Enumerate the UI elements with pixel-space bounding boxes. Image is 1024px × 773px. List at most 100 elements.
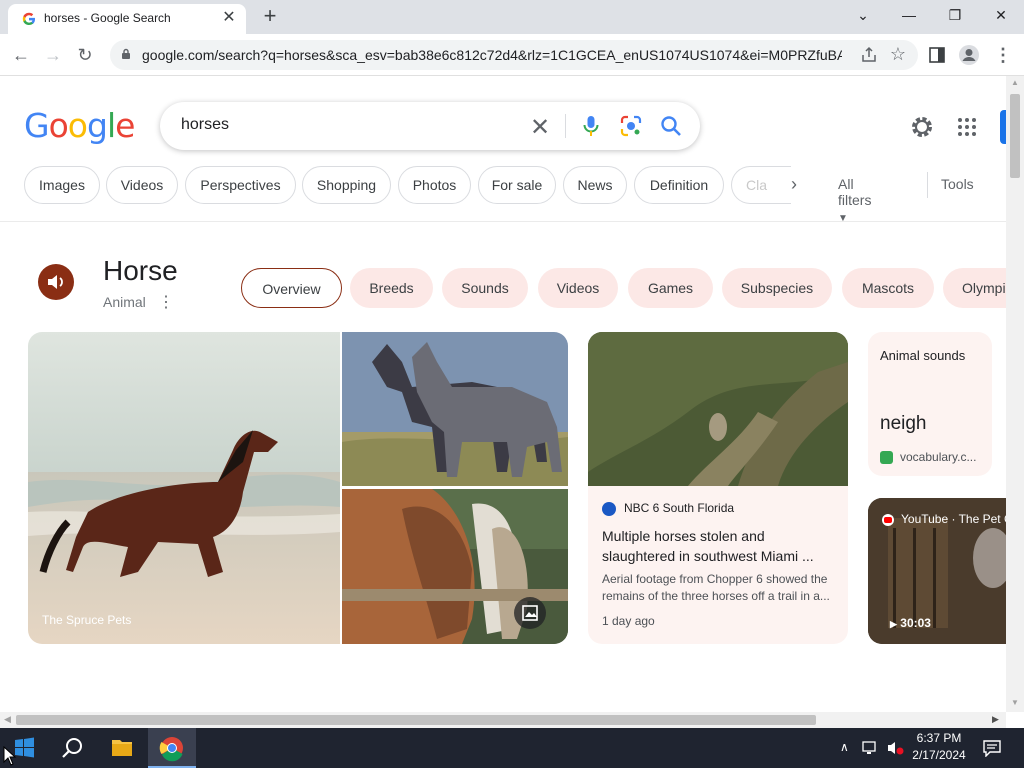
divider: [565, 114, 566, 138]
kp-tab-subspecies[interactable]: Subspecies: [722, 268, 832, 308]
tab-perspectives[interactable]: Perspectives: [185, 166, 296, 204]
browser-tab[interactable]: horses - Google Search ✕: [8, 4, 246, 34]
minimize-button[interactable]: —: [886, 0, 932, 30]
notifications-icon[interactable]: [982, 739, 1002, 760]
scroll-down-icon[interactable]: ▼: [1011, 698, 1019, 707]
clock-time: 6:37 PM: [916, 731, 962, 745]
clock[interactable]: 6:37 PM 2/17/2024: [912, 731, 966, 762]
all-filters-button[interactable]: All filters ▼: [838, 176, 871, 224]
back-button[interactable]: ←: [8, 42, 34, 68]
tab-videos[interactable]: Videos: [106, 166, 178, 204]
news-snippet: Aerial footage from Chopper 6 showed the…: [602, 572, 830, 603]
video-card[interactable]: YouTube · The Pet C ▶ 30:03: [868, 498, 1006, 644]
close-window-button[interactable]: ✕: [978, 0, 1024, 30]
speaker-muted-glyph-icon: [888, 742, 904, 755]
mouse-cursor-icon: [3, 746, 17, 766]
google-header: Google horses ✕ Images Videos Perspectiv…: [0, 76, 1008, 224]
tab-definition[interactable]: Definition: [634, 166, 724, 204]
tab-shopping[interactable]: Shopping: [302, 166, 391, 204]
kp-tab-overview[interactable]: Overview: [241, 268, 342, 308]
tab-clothing-partial[interactable]: Cla: [731, 166, 791, 204]
browser-title-bar: horses - Google Search ✕ + ⌄ — ❐ ✕: [0, 0, 1024, 34]
tab-for-sale[interactable]: For sale: [478, 166, 556, 204]
network-icon[interactable]: [862, 740, 880, 759]
clear-search-icon[interactable]: ✕: [530, 113, 550, 142]
horse-beach-image[interactable]: The Spruce Pets: [28, 332, 340, 644]
close-tab-icon[interactable]: ✕: [220, 9, 238, 27]
knowledge-title: Horse: [103, 255, 178, 286]
network-glyph-icon: [862, 741, 876, 754]
video-duration: 30:03: [900, 616, 931, 630]
speaker-icon[interactable]: [38, 264, 74, 300]
youtube-logo-icon: [884, 517, 892, 523]
address-bar[interactable]: google.com/search?q=horses&sca_esv=bab38…: [110, 40, 918, 70]
animal-sounds-card[interactable]: Animal sounds neigh vocabulary.c...: [868, 332, 992, 476]
knowledge-panel: Horse Animal ⋮ Overview Breeds Sounds Vi…: [0, 222, 1013, 712]
divider: [927, 172, 928, 198]
url-text: google.com/search?q=horses&sca_esv=bab38…: [142, 47, 842, 63]
tab-search-icon[interactable]: ⌄: [840, 0, 886, 30]
chrome-taskbar-button[interactable]: [148, 728, 196, 768]
sound-source: vocabulary.c...: [900, 450, 977, 464]
chat-bubble-icon: [983, 740, 1001, 758]
nbc-source-icon: [602, 502, 616, 516]
video-source: YouTube · The Pet C: [901, 512, 1006, 526]
search-taskbar-button[interactable]: [48, 728, 96, 768]
sound-word: neigh: [880, 413, 927, 434]
google-favicon-icon: [22, 12, 35, 25]
logo-letter: G: [24, 106, 50, 145]
logo-letter: o: [48, 106, 69, 145]
news-source: NBC 6 South Florida: [624, 501, 735, 515]
search-icon[interactable]: [660, 115, 682, 137]
chrome-icon: [159, 737, 183, 762]
horizontal-scrollbar[interactable]: ◀ ▶: [0, 712, 1006, 728]
scroll-left-icon[interactable]: ◀: [4, 714, 11, 725]
horse-heads-image[interactable]: [342, 489, 568, 644]
kp-tab-videos[interactable]: Videos: [538, 268, 618, 308]
settings-gear-icon[interactable]: [910, 115, 934, 139]
tools-button[interactable]: Tools: [941, 176, 974, 192]
volume-muted-icon[interactable]: [886, 740, 904, 759]
image-source-label: The Spruce Pets: [42, 613, 132, 627]
google-logo[interactable]: Google: [24, 106, 135, 145]
browser-toolbar: ← → ↻ google.com/search?q=horses&sca_esv…: [0, 34, 1024, 76]
google-apps-icon[interactable]: [957, 117, 977, 137]
kp-tab-olympics-partial[interactable]: Olympi: [943, 268, 1013, 308]
search-box[interactable]: horses ✕: [160, 102, 700, 150]
microphone-icon[interactable]: [582, 115, 600, 137]
more-options-icon[interactable]: ⋮: [158, 292, 174, 312]
tab-news[interactable]: News: [563, 166, 627, 204]
show-hidden-icons-icon[interactable]: ∧: [840, 740, 849, 754]
scroll-right-icon[interactable]: ▶: [992, 714, 999, 725]
bookmark-star-icon[interactable]: ☆: [890, 44, 906, 65]
kp-tab-mascots[interactable]: Mascots: [842, 268, 934, 308]
restore-button[interactable]: ❐: [932, 0, 978, 30]
news-headline[interactable]: Multiple horses stolen and slaughtered i…: [602, 526, 838, 566]
new-tab-button[interactable]: +: [258, 4, 282, 28]
reload-button[interactable]: ↻: [72, 42, 98, 68]
youtube-icon: [882, 514, 894, 526]
browser-menu-icon[interactable]: ⋮: [990, 42, 1016, 68]
kp-tab-games[interactable]: Games: [628, 268, 713, 308]
google-lens-icon[interactable]: [620, 115, 642, 137]
side-panel-icon[interactable]: [928, 46, 946, 64]
vertical-scrollbar[interactable]: ▲ ▼: [1006, 76, 1024, 712]
news-card[interactable]: NBC 6 South Florida Multiple horses stol…: [588, 332, 848, 644]
vertical-scroll-thumb[interactable]: [1010, 94, 1020, 178]
tab-photos[interactable]: Photos: [398, 166, 471, 204]
file-explorer-button[interactable]: [98, 728, 146, 768]
kp-tab-breeds[interactable]: Breeds: [350, 268, 433, 308]
news-thumbnail: [588, 332, 848, 486]
search-input[interactable]: horses: [181, 116, 229, 134]
chevron-right-icon[interactable]: ›: [786, 174, 802, 195]
share-icon[interactable]: [860, 46, 878, 64]
kp-tab-sounds[interactable]: Sounds: [442, 268, 528, 308]
profile-avatar-icon[interactable]: [958, 44, 980, 66]
forward-button[interactable]: →: [40, 42, 66, 68]
two-horses-image[interactable]: [342, 332, 568, 486]
aerial-footage-image: [588, 332, 848, 486]
scroll-up-icon[interactable]: ▲: [1011, 78, 1019, 87]
horizontal-scroll-thumb[interactable]: [16, 715, 816, 725]
more-images-button[interactable]: [514, 597, 546, 629]
tab-images[interactable]: Images: [24, 166, 100, 204]
